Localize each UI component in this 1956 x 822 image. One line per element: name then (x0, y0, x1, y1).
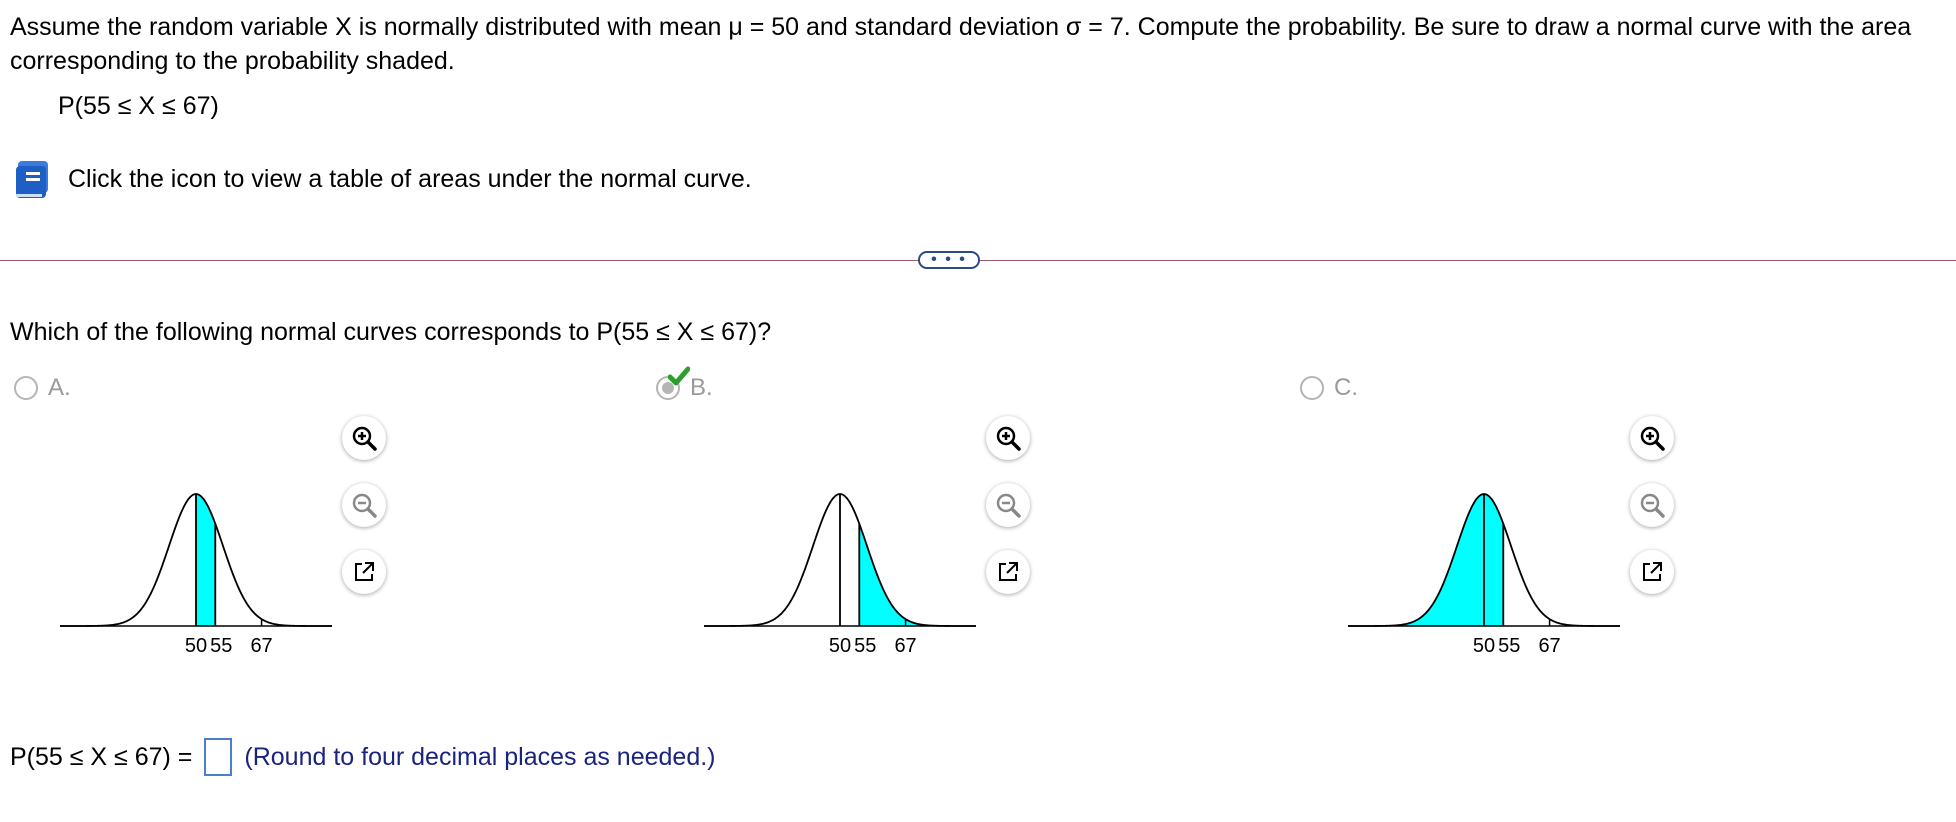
option-c-label: C. (1334, 374, 1358, 401)
option-c[interactable]: C. (1300, 374, 1358, 402)
option-b[interactable]: B. (656, 366, 713, 402)
rounding-note: (Round to four decimal places as needed.… (244, 742, 716, 771)
zoom-out-icon[interactable] (1630, 483, 1674, 527)
zoom-out-icon[interactable] (342, 483, 386, 527)
option-b-radio[interactable] (656, 366, 690, 400)
option-a-normal-curve: 50 55 67 (60, 493, 332, 657)
option-a[interactable]: A. (14, 374, 71, 402)
answer-prefix: P(55 ≤ X ≤ 67) = (10, 742, 193, 771)
tick-label-50: 50 (185, 635, 207, 657)
probability-statement: P(55 ≤ X ≤ 67) (58, 92, 219, 120)
option-a-label: A. (48, 374, 71, 401)
answer-input[interactable] (204, 738, 233, 776)
subquestion-text: Which of the following normal curves cor… (10, 318, 772, 346)
tick-label-67: 67 (894, 635, 916, 657)
option-b-tools (986, 416, 1030, 594)
option-c-tools (1630, 416, 1674, 594)
zoom-in-icon[interactable] (986, 416, 1030, 460)
option-a-tools (342, 416, 386, 594)
zoom-out-icon[interactable] (986, 483, 1030, 527)
zoom-in-icon[interactable] (1630, 416, 1674, 460)
table-link-text[interactable]: Click the icon to view a table of areas … (68, 165, 752, 194)
tick-label-55: 55 (854, 635, 876, 657)
normal-table-link[interactable]: Click the icon to view a table of areas … (12, 158, 752, 200)
shaded-area (859, 523, 972, 626)
shaded-area (1352, 494, 1504, 626)
option-c-normal-curve: 50 55 67 (1348, 493, 1620, 657)
question-text: Assume the random variable X is normally… (10, 13, 1912, 75)
checkmark-icon (668, 366, 690, 386)
tick-label-55: 55 (1498, 635, 1520, 657)
tick-label-67: 67 (250, 635, 272, 657)
option-c-radio[interactable] (1300, 376, 1324, 400)
popout-icon[interactable] (1630, 550, 1674, 594)
zoom-in-icon[interactable] (342, 416, 386, 460)
popout-icon[interactable] (342, 550, 386, 594)
shaded-area (196, 494, 216, 626)
popout-icon[interactable] (986, 550, 1030, 594)
book-icon[interactable] (12, 158, 54, 200)
tick-label-67: 67 (1538, 635, 1560, 657)
option-b-normal-curve: 50 55 67 (704, 493, 976, 657)
tick-label-50: 50 (1473, 635, 1495, 657)
option-b-label: B. (690, 374, 713, 401)
expand-ellipsis-button[interactable]: • • • (918, 251, 980, 269)
tick-label-55: 55 (210, 635, 232, 657)
answer-row: P(55 ≤ X ≤ 67) = (Round to four decimal … (10, 738, 716, 776)
tick-label-50: 50 (829, 635, 851, 657)
option-a-radio[interactable] (14, 376, 38, 400)
